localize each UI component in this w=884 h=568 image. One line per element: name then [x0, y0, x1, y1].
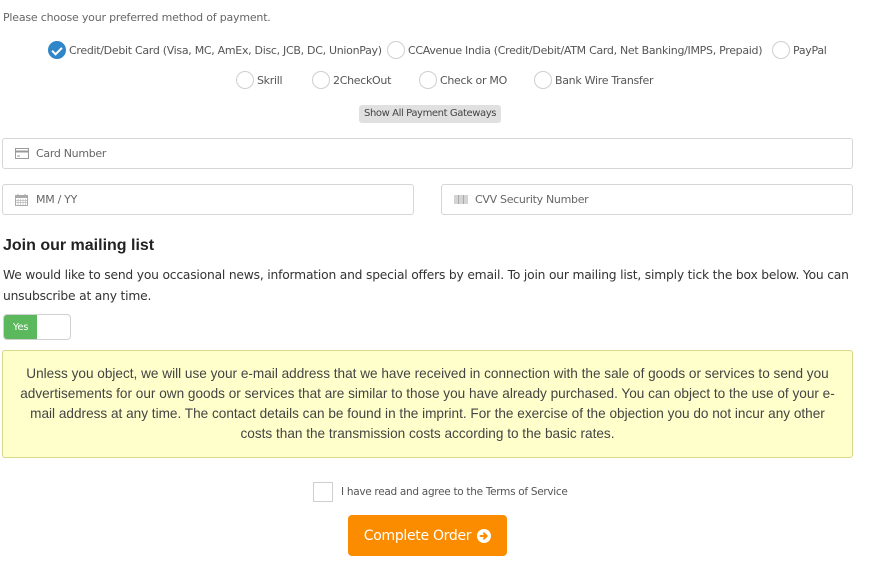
email-consent-notice: Unless you object, we will use your e-ma…	[2, 350, 853, 458]
payment-methods-row-1: Credit/Debit Card (Visa, MC, AmEx, Disc,…	[0, 39, 884, 63]
payment-option-label: Skrill	[257, 73, 283, 87]
expiry-input[interactable]	[36, 185, 413, 214]
expiry-field[interactable]	[2, 184, 414, 215]
mailing-list-heading: Join our mailing list	[3, 237, 155, 254]
payment-option-label: 2CheckOut	[333, 73, 392, 87]
terms-label: I have read and agree to the Terms of Se…	[341, 486, 568, 498]
payment-option-label: Credit/Debit Card (Visa, MC, AmEx, Disc,…	[69, 43, 382, 57]
complete-order-label: Complete Order	[363, 527, 472, 544]
terms-prefix: I have read and agree to the	[341, 486, 486, 498]
payment-option-credit-card[interactable]: Credit/Debit Card (Visa, MC, AmEx, Disc,…	[48, 39, 382, 61]
payment-intro-text: Please choose your preferred method of p…	[3, 11, 271, 24]
radio-unchecked-icon[interactable]	[387, 41, 405, 59]
radio-unchecked-icon[interactable]	[419, 71, 437, 89]
radio-unchecked-icon[interactable]	[312, 71, 330, 89]
payment-option-label: CCAvenue India (Credit/Debit/ATM Card, N…	[408, 43, 763, 57]
calendar-icon	[15, 193, 28, 206]
payment-option-label: Check or MO	[440, 73, 507, 87]
payment-option-label: PayPal	[793, 43, 827, 57]
card-number-input[interactable]	[36, 139, 852, 168]
arrow-circle-right-icon	[477, 528, 492, 543]
terms-checkbox[interactable]	[313, 482, 333, 502]
cvv-field[interactable]	[441, 184, 853, 215]
payment-option-check-or-mo[interactable]: Check or MO	[419, 69, 507, 91]
radio-checked-icon[interactable]	[48, 41, 66, 59]
payment-methods-row-2: Skrill 2CheckOut Check or MO Bank Wire T…	[0, 69, 884, 93]
card-number-field[interactable]	[2, 138, 853, 169]
radio-unchecked-icon[interactable]	[534, 71, 552, 89]
complete-order-button[interactable]: Complete Order	[348, 515, 507, 556]
show-all-gateways-button[interactable]: Show All Payment Gateways	[359, 105, 502, 123]
terms-of-service-link[interactable]: Terms of Service	[486, 486, 568, 498]
barcode-icon	[454, 195, 468, 204]
cvv-input[interactable]	[475, 185, 852, 214]
mailing-list-toggle[interactable]: Yes	[3, 314, 71, 340]
payment-option-skrill[interactable]: Skrill	[236, 69, 283, 91]
toggle-on-label: Yes	[4, 315, 37, 339]
credit-card-icon	[15, 148, 29, 159]
payment-option-paypal[interactable]: PayPal	[772, 39, 827, 61]
payment-option-label: Bank Wire Transfer	[555, 73, 654, 87]
payment-option-2checkout[interactable]: 2CheckOut	[312, 69, 391, 91]
radio-unchecked-icon[interactable]	[772, 41, 790, 59]
mailing-list-description: We would like to send you occasional new…	[3, 268, 849, 303]
terms-row: I have read and agree to the Terms of Se…	[313, 482, 568, 502]
payment-option-bank-wire[interactable]: Bank Wire Transfer	[534, 69, 654, 91]
payment-option-ccavenue[interactable]: CCAvenue India (Credit/Debit/ATM Card, N…	[387, 39, 763, 61]
radio-unchecked-icon[interactable]	[236, 71, 254, 89]
